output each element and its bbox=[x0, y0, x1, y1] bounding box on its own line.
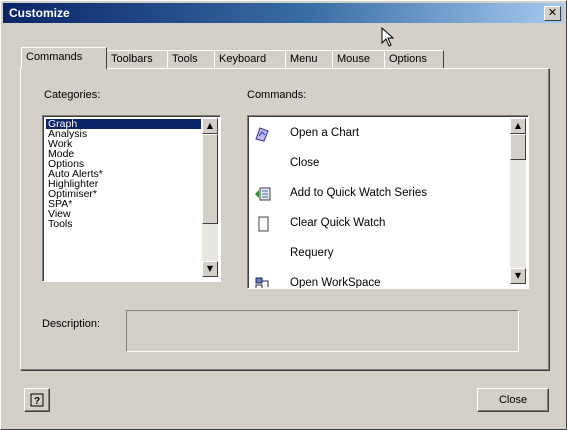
categories-label: Categories: bbox=[44, 89, 101, 101]
tab-keyboard[interactable]: Keyboard bbox=[214, 50, 288, 68]
tab-options[interactable]: Options bbox=[384, 50, 444, 68]
command-label: Requery bbox=[290, 247, 334, 259]
commands-scrollbar[interactable]: ▲ ▼ bbox=[510, 118, 526, 284]
description-label: Description: bbox=[42, 318, 101, 330]
command-label: Add to Quick Watch Series bbox=[290, 187, 427, 199]
tab-menu[interactable]: Menu bbox=[285, 50, 335, 68]
commands-label: Commands: bbox=[247, 89, 307, 101]
tab-toolbars[interactable]: Toolbars bbox=[106, 50, 169, 68]
command-item[interactable]: Close bbox=[252, 149, 502, 179]
open-chart-icon bbox=[255, 127, 269, 142]
commands-items: Open a Chart Close Add to Quick Watch Se… bbox=[252, 119, 502, 289]
close-button[interactable]: Close bbox=[477, 388, 549, 412]
categories-scrollbar[interactable]: ▲ ▼ bbox=[202, 118, 218, 277]
customize-dialog: Customize ✕ Commands Toolbars Tools Keyb… bbox=[0, 0, 567, 430]
tab-commands[interactable]: Commands bbox=[21, 47, 107, 69]
command-label: Open WorkSpace bbox=[290, 277, 381, 289]
command-item[interactable]: Open WorkSpace bbox=[252, 269, 502, 289]
scroll-down-icon[interactable]: ▼ bbox=[510, 268, 526, 284]
workspace-icon bbox=[255, 277, 269, 288]
commands-listbox[interactable]: Open a Chart Close Add to Quick Watch Se… bbox=[247, 115, 529, 289]
help-button[interactable]: ? bbox=[24, 388, 50, 412]
svg-text:?: ? bbox=[34, 396, 40, 407]
window-title: Customize bbox=[9, 6, 70, 20]
commands-tab-panel: Categories: Graph Analysis Work Mode Opt… bbox=[20, 68, 549, 370]
scroll-thumb[interactable] bbox=[510, 134, 526, 160]
categories-items: Graph Analysis Work Mode Options Auto Al… bbox=[46, 119, 201, 229]
command-item[interactable]: Open a Chart bbox=[252, 119, 502, 149]
clear-watch-icon bbox=[258, 216, 269, 232]
tab-tools[interactable]: Tools bbox=[167, 50, 217, 68]
command-item[interactable]: Clear Quick Watch bbox=[252, 209, 502, 239]
mouse-cursor-icon bbox=[381, 27, 395, 47]
categories-listbox[interactable]: Graph Analysis Work Mode Options Auto Al… bbox=[42, 115, 221, 282]
scroll-thumb[interactable] bbox=[202, 134, 218, 224]
quick-watch-add-icon bbox=[255, 187, 271, 201]
tab-mouse[interactable]: Mouse bbox=[332, 50, 386, 68]
scroll-up-icon[interactable]: ▲ bbox=[510, 118, 526, 134]
description-box bbox=[126, 310, 519, 352]
scroll-up-icon[interactable]: ▲ bbox=[202, 118, 218, 134]
scroll-down-icon[interactable]: ▼ bbox=[202, 261, 218, 277]
category-item[interactable]: Tools bbox=[46, 219, 201, 230]
command-label: Open a Chart bbox=[290, 127, 360, 139]
command-label: Close bbox=[290, 157, 320, 169]
title-bar[interactable]: Customize ✕ bbox=[3, 3, 564, 23]
command-item[interactable]: Add to Quick Watch Series bbox=[252, 179, 502, 209]
command-label: Clear Quick Watch bbox=[290, 217, 386, 229]
command-item[interactable]: Requery bbox=[252, 239, 502, 269]
close-icon[interactable]: ✕ bbox=[544, 6, 561, 21]
help-icon: ? bbox=[30, 393, 44, 407]
